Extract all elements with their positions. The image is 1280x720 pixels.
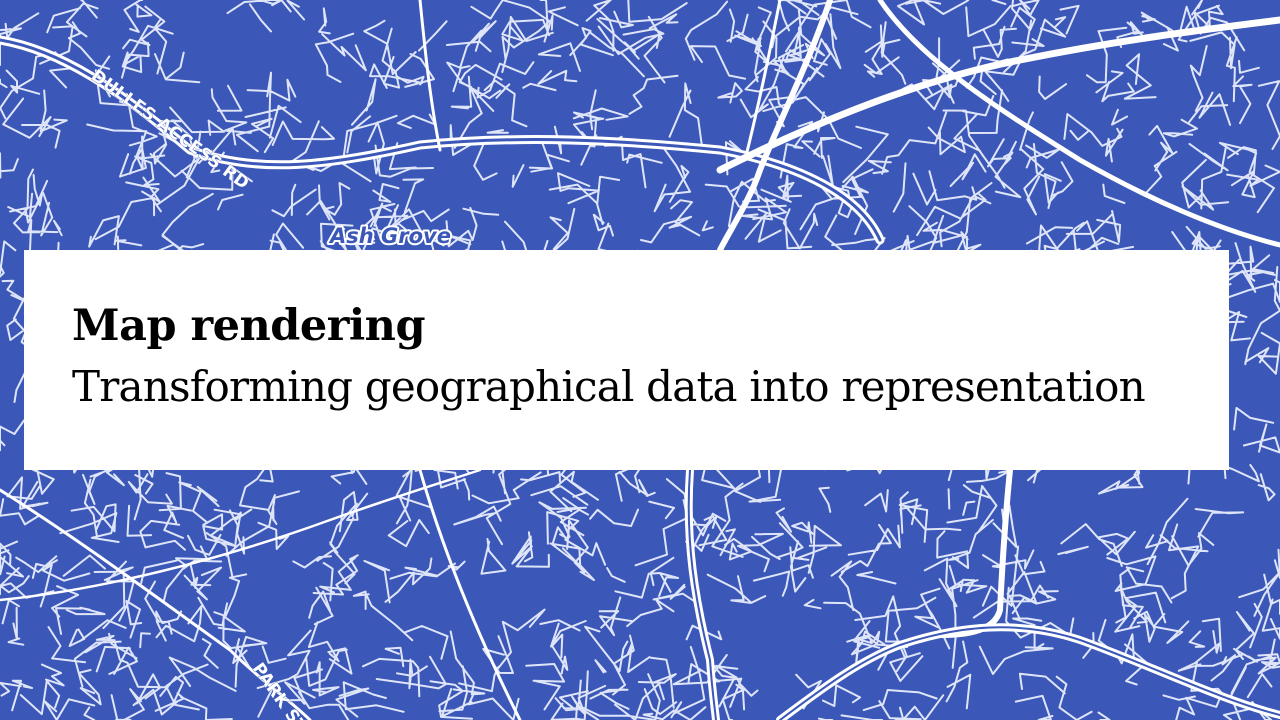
page-title: Map rendering <box>72 301 426 351</box>
page-subtitle: Transforming geographical data into repr… <box>72 362 1146 411</box>
title-card: Map rendering Transforming geographical … <box>24 250 1229 470</box>
ash-grove-label: Ash Grove <box>328 224 451 248</box>
